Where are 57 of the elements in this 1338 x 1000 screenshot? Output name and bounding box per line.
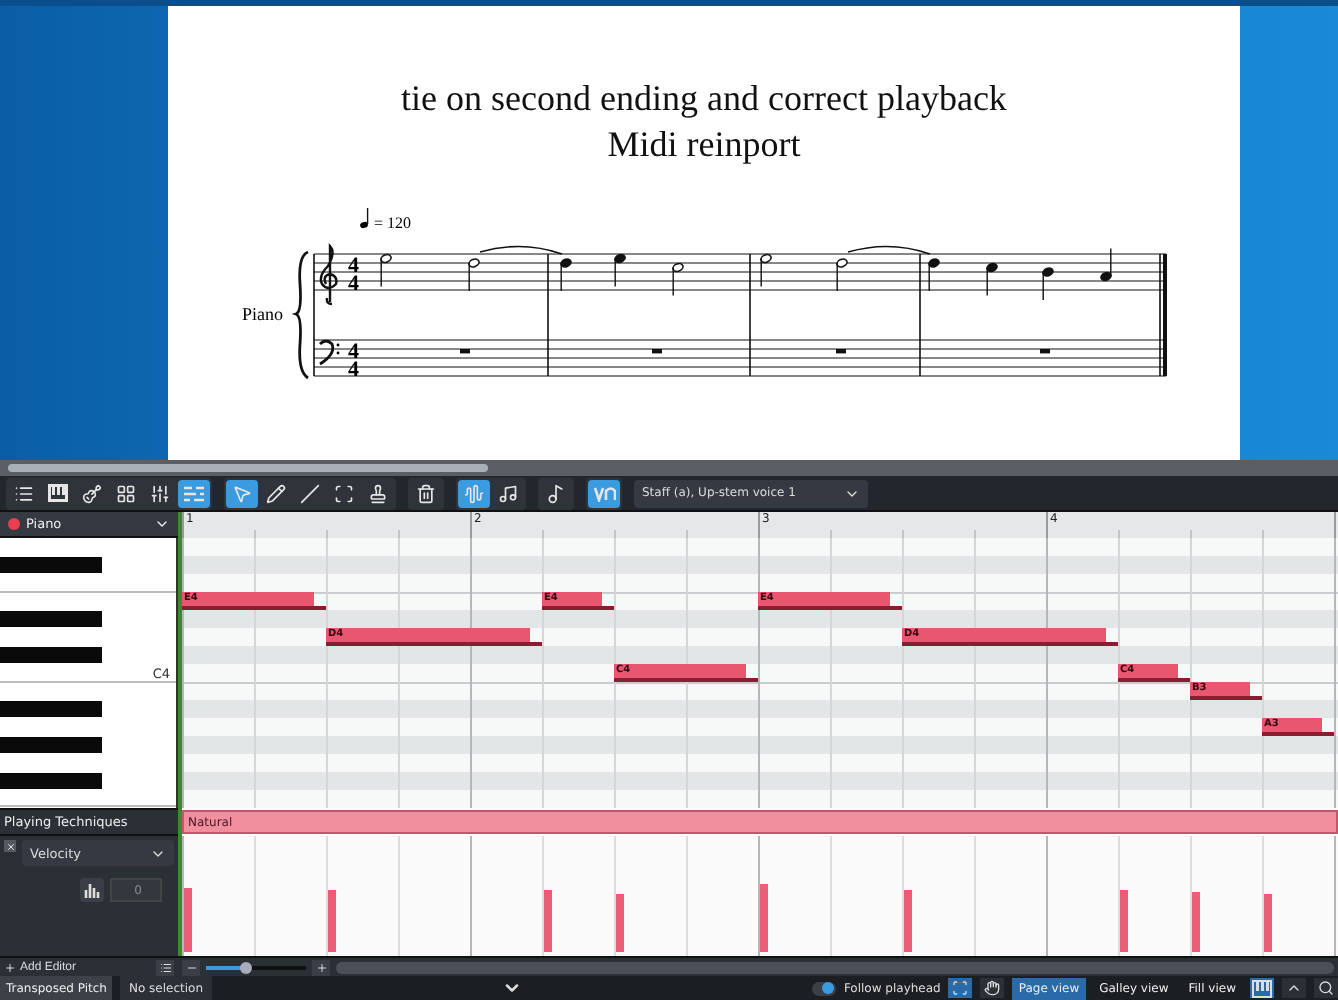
- tempo-note-icon: [360, 207, 369, 229]
- guitar-icon: [82, 483, 102, 503]
- search-icon: [1318, 980, 1334, 996]
- treble-clef-icon: [319, 244, 338, 306]
- hand-icon: [984, 980, 1001, 996]
- zoom-thumb[interactable]: [240, 961, 252, 973]
- voice-button[interactable]: [588, 479, 620, 507]
- zoom-in-button[interactable]: [312, 959, 330, 975]
- time-signature-numerator: 4: [348, 254, 359, 278]
- chevron-down-icon[interactable]: [501, 978, 522, 998]
- scrollbar-thumb[interactable]: [8, 464, 488, 472]
- notes-icon: [498, 483, 518, 503]
- piano-button[interactable]: [42, 479, 74, 507]
- zoom-button[interactable]: [1314, 978, 1338, 998]
- pointer-button[interactable]: [226, 479, 258, 507]
- select-box-button[interactable]: [948, 978, 973, 998]
- hand-button[interactable]: [980, 978, 1005, 998]
- menu-button[interactable]: [156, 959, 174, 975]
- select-box-icon: [334, 483, 354, 503]
- note-icon: [546, 483, 566, 503]
- waveform-icon: [464, 483, 484, 503]
- tempo-marking: = 120: [374, 214, 412, 232]
- chevron-down-icon: [154, 516, 170, 532]
- list-icon: [14, 483, 34, 503]
- sliders-icon: [150, 483, 170, 503]
- trash-icon: [416, 483, 436, 503]
- bar-chart-icon: [84, 882, 100, 898]
- waveform-button[interactable]: [458, 479, 490, 507]
- horizontal-scrollbar[interactable]: [336, 961, 1334, 973]
- score-subtitle: Midi reinport: [607, 122, 801, 168]
- follow-playhead-toggle[interactable]: [811, 981, 836, 995]
- pencil-icon: [266, 483, 286, 503]
- time-signature-numerator: 4: [348, 340, 359, 364]
- notes-lines-button[interactable]: [178, 479, 210, 507]
- close-button[interactable]: [4, 840, 16, 852]
- notes-lines-icon: [184, 484, 204, 502]
- pointer-icon: [232, 483, 252, 503]
- stamp-icon: [368, 483, 388, 503]
- bass-clef-icon: [319, 339, 340, 366]
- zoom-out-button[interactable]: [182, 959, 200, 975]
- plus-icon: [4, 961, 16, 973]
- chevron-up-icon: [1286, 980, 1302, 996]
- minus-icon: [185, 961, 197, 973]
- line-icon: [300, 483, 320, 503]
- time-signature-denominator: 4: [348, 272, 359, 296]
- instrument-name: Piano: [242, 304, 284, 324]
- time-signature-denominator: 4: [348, 358, 359, 382]
- grid-icon: [116, 483, 136, 503]
- select-box-icon: [952, 980, 969, 996]
- menu-icon: [159, 961, 171, 973]
- instrument-dot: [8, 518, 20, 530]
- bar-chart-button[interactable]: [80, 878, 104, 902]
- plus-icon: [315, 961, 327, 973]
- piano-icon: [48, 484, 68, 502]
- voice-icon: [593, 485, 615, 501]
- scroll-up-button[interactable]: [1282, 978, 1306, 998]
- score-title: tie on second ending and correct playback: [401, 76, 1007, 122]
